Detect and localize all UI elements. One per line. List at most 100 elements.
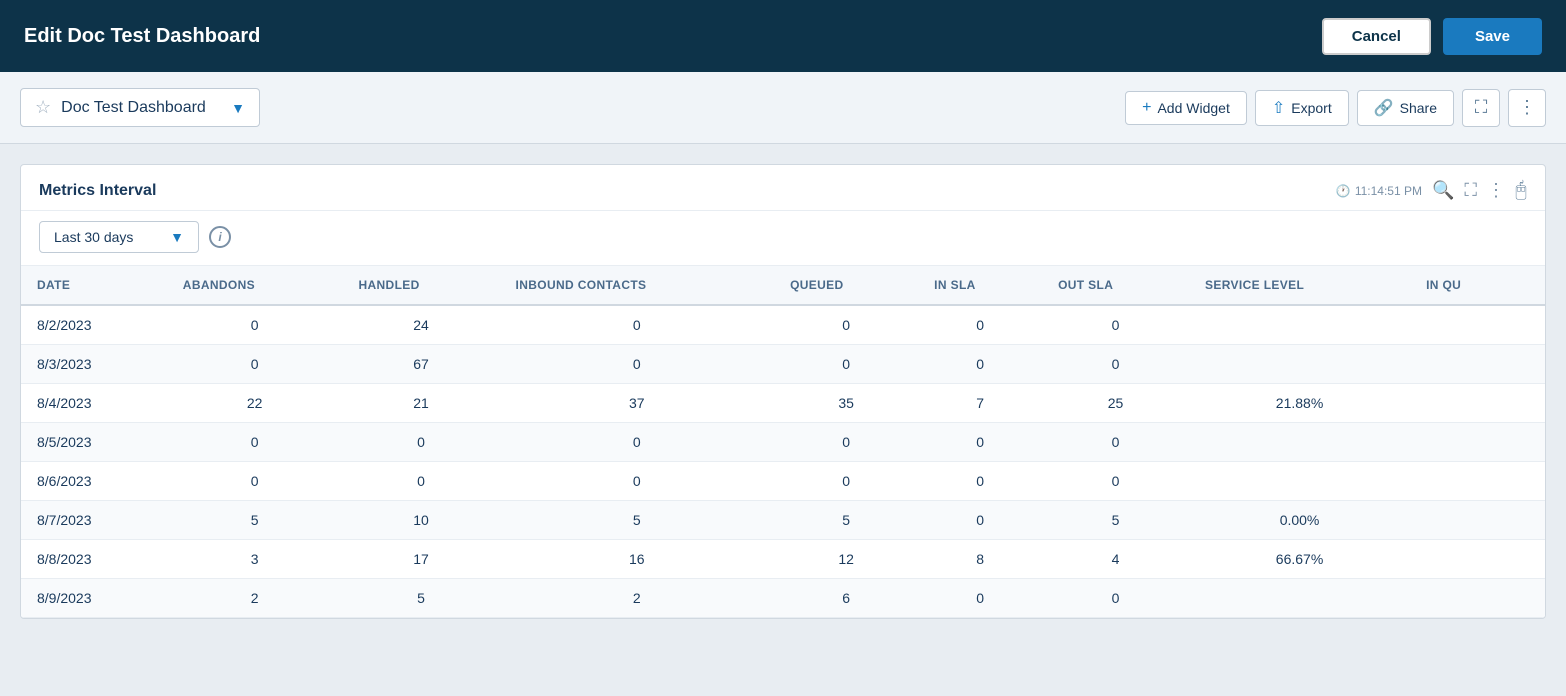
cursor-icon: 🖰: [1515, 179, 1527, 202]
table-cell: 16: [500, 540, 775, 579]
table-cell: [1189, 305, 1410, 345]
interval-label: Last 30 days: [54, 229, 133, 245]
search-icon[interactable]: 🔍: [1432, 180, 1454, 201]
dashboard-name-label: Doc Test Dashboard: [61, 99, 221, 117]
table-cell: [1189, 462, 1410, 501]
table-cell: [1410, 540, 1545, 579]
table-cell: 8/5/2023: [21, 423, 167, 462]
table-cell: 8/4/2023: [21, 384, 167, 423]
table-cell: 5: [774, 501, 918, 540]
header-actions: Cancel Save: [1322, 18, 1542, 55]
table-cell: 8/8/2023: [21, 540, 167, 579]
table-cell: 21.88%: [1189, 384, 1410, 423]
fullscreen-icon: ⛶: [1475, 97, 1488, 118]
table-cell: 0: [918, 501, 1042, 540]
widget-header-actions: 🕐 11:14:51 PM 🔍 ⛶ ⋮ 🖰: [1336, 179, 1527, 202]
table-cell: 17: [342, 540, 499, 579]
table-cell: [1410, 345, 1545, 384]
table-cell: 0: [918, 423, 1042, 462]
table-cell: 0: [918, 345, 1042, 384]
share-button[interactable]: 🔗 Share: [1357, 90, 1454, 126]
table-cell: 8/6/2023: [21, 462, 167, 501]
save-button[interactable]: Save: [1443, 18, 1542, 55]
table-cell: 7: [918, 384, 1042, 423]
table-cell: 0: [1042, 462, 1189, 501]
col-header-service-level: SERVICE LEVEL: [1189, 266, 1410, 305]
table-cell: 5: [1042, 501, 1189, 540]
top-header: Edit Doc Test Dashboard Cancel Save: [0, 0, 1566, 72]
table-cell: 24: [342, 305, 499, 345]
table-cell: [1410, 462, 1545, 501]
table-row: 8/3/20230670000: [21, 345, 1545, 384]
table-cell: [1410, 384, 1545, 423]
table-cell: 35: [774, 384, 918, 423]
col-header-date: DATE: [21, 266, 167, 305]
table-cell: 0: [167, 423, 343, 462]
chevron-down-icon: ▼: [231, 100, 245, 116]
table-cell: 4: [1042, 540, 1189, 579]
data-table-container: DATE ABANDONS HANDLED INBOUND CONTACTS Q…: [21, 266, 1545, 618]
table-header: DATE ABANDONS HANDLED INBOUND CONTACTS Q…: [21, 266, 1545, 305]
table-cell: 0: [500, 345, 775, 384]
page-title: Edit Doc Test Dashboard: [24, 25, 260, 48]
table-cell: 0: [1042, 423, 1189, 462]
table-cell: 2: [167, 579, 343, 618]
col-header-in-qu: IN QU: [1410, 266, 1545, 305]
table-cell: 37: [500, 384, 775, 423]
table-cell: 0: [774, 345, 918, 384]
fullscreen-button[interactable]: ⛶: [1462, 89, 1500, 127]
table-cell: 2: [500, 579, 775, 618]
table-cell: 0: [500, 423, 775, 462]
table-row: 8/5/2023000000: [21, 423, 1545, 462]
info-icon[interactable]: i: [209, 226, 231, 248]
table-cell: 12: [774, 540, 918, 579]
table-cell: [1189, 423, 1410, 462]
interval-dropdown[interactable]: Last 30 days ▼: [39, 221, 199, 253]
more-options-button[interactable]: ⋮: [1508, 89, 1546, 127]
sub-header: ☆ Doc Test Dashboard ▼ + Add Widget ⇧ Ex…: [0, 72, 1566, 144]
col-header-out-sla: OUT SLA: [1042, 266, 1189, 305]
subheader-actions: + Add Widget ⇧ Export 🔗 Share ⛶ ⋮: [1125, 89, 1546, 127]
table-cell: [1410, 305, 1545, 345]
export-icon: ⇧: [1272, 98, 1285, 118]
col-header-handled: HANDLED: [342, 266, 499, 305]
col-header-in-sla: IN SLA: [918, 266, 1042, 305]
add-widget-button[interactable]: + Add Widget: [1125, 91, 1247, 125]
table-body: 8/2/202302400008/3/202306700008/4/202322…: [21, 305, 1545, 618]
table-cell: 8/9/2023: [21, 579, 167, 618]
table-cell: 67: [342, 345, 499, 384]
dashboard-selector[interactable]: ☆ Doc Test Dashboard ▼: [20, 88, 260, 127]
interval-chevron-icon: ▼: [170, 229, 184, 245]
table-cell: 0: [167, 462, 343, 501]
share-icon: 🔗: [1374, 98, 1394, 118]
metrics-table: DATE ABANDONS HANDLED INBOUND CONTACTS Q…: [21, 266, 1545, 618]
table-cell: [1410, 501, 1545, 540]
expand-icon[interactable]: ⛶: [1464, 180, 1477, 201]
col-header-inbound-contacts: INBOUND CONTACTS: [500, 266, 775, 305]
table-cell: 0: [500, 462, 775, 501]
table-cell: 3: [167, 540, 343, 579]
export-button[interactable]: ⇧ Export: [1255, 90, 1349, 126]
table-cell: 0: [500, 305, 775, 345]
main-content: Metrics Interval 🕐 11:14:51 PM 🔍 ⛶ ⋮ 🖰 L…: [0, 144, 1566, 639]
table-row: 8/6/2023000000: [21, 462, 1545, 501]
table-cell: 0: [774, 423, 918, 462]
table-cell: 5: [500, 501, 775, 540]
table-cell: 0: [918, 462, 1042, 501]
col-header-queued: QUEUED: [774, 266, 918, 305]
table-row: 8/4/20232221373572521.88%: [21, 384, 1545, 423]
more-options-icon: ⋮: [1518, 97, 1536, 118]
clock-icon: 🕐: [1336, 184, 1351, 198]
widget-header: Metrics Interval 🕐 11:14:51 PM 🔍 ⛶ ⋮ 🖰: [21, 165, 1545, 211]
table-row: 8/9/2023252600: [21, 579, 1545, 618]
table-cell: 0: [342, 423, 499, 462]
plus-icon: +: [1142, 99, 1151, 117]
table-cell: 8/2/2023: [21, 305, 167, 345]
widget-timestamp: 🕐 11:14:51 PM: [1336, 184, 1422, 198]
widget-more-options-icon[interactable]: ⋮: [1487, 180, 1505, 201]
col-header-abandons: ABANDONS: [167, 266, 343, 305]
table-row: 8/7/202351055050.00%: [21, 501, 1545, 540]
table-cell: 21: [342, 384, 499, 423]
cancel-button[interactable]: Cancel: [1322, 18, 1431, 55]
table-cell: 22: [167, 384, 343, 423]
